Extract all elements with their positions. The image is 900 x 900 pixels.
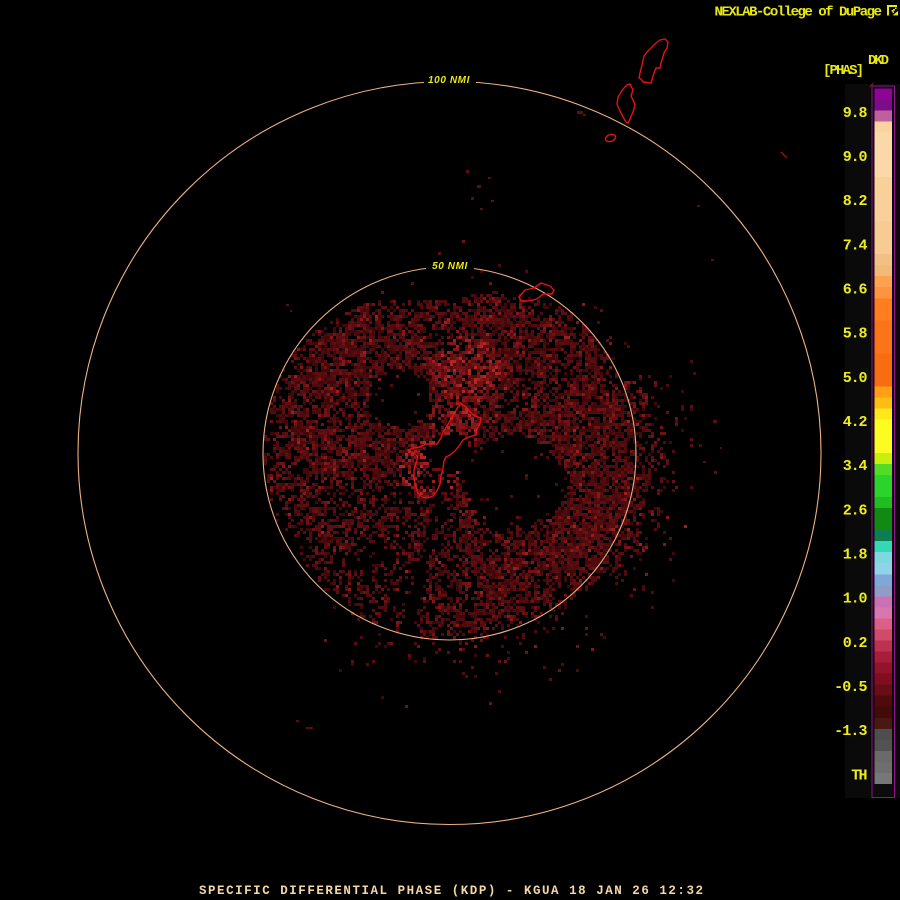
svg-text:3.4: 3.4 [843, 458, 868, 475]
svg-text:50 NMI: 50 NMI [432, 261, 468, 272]
svg-text:-1.3: -1.3 [834, 723, 867, 740]
svg-text:SPECIFIC DIFFERENTIAL PHASE (K: SPECIFIC DIFFERENTIAL PHASE (KDP) - KGUA… [199, 884, 703, 898]
svg-text:TH: TH [851, 767, 867, 784]
svg-text:8.2: 8.2 [843, 193, 868, 210]
svg-text:9.0: 9.0 [843, 149, 868, 166]
svg-text:100 NMI: 100 NMI [428, 75, 470, 86]
svg-text:1.8: 1.8 [843, 547, 868, 564]
svg-text:5.0: 5.0 [843, 370, 868, 387]
svg-text:6.6: 6.6 [843, 282, 868, 299]
svg-text:7.4: 7.4 [843, 237, 868, 254]
svg-text:4.2: 4.2 [843, 414, 868, 431]
svg-text:5.8: 5.8 [843, 326, 868, 343]
svg-text:1.0: 1.0 [843, 591, 868, 608]
svg-text:[PHAS]: [PHAS] [823, 63, 864, 79]
svg-text:0.2: 0.2 [843, 635, 868, 652]
svg-text:NEXLAB-College of DuPage: NEXLAB-College of DuPage [715, 5, 883, 21]
svg-text:DKD: DKD [868, 53, 889, 69]
svg-text:9.8: 9.8 [843, 105, 868, 122]
svg-text:2.6: 2.6 [843, 502, 868, 519]
svg-text:-0.5: -0.5 [834, 679, 867, 696]
